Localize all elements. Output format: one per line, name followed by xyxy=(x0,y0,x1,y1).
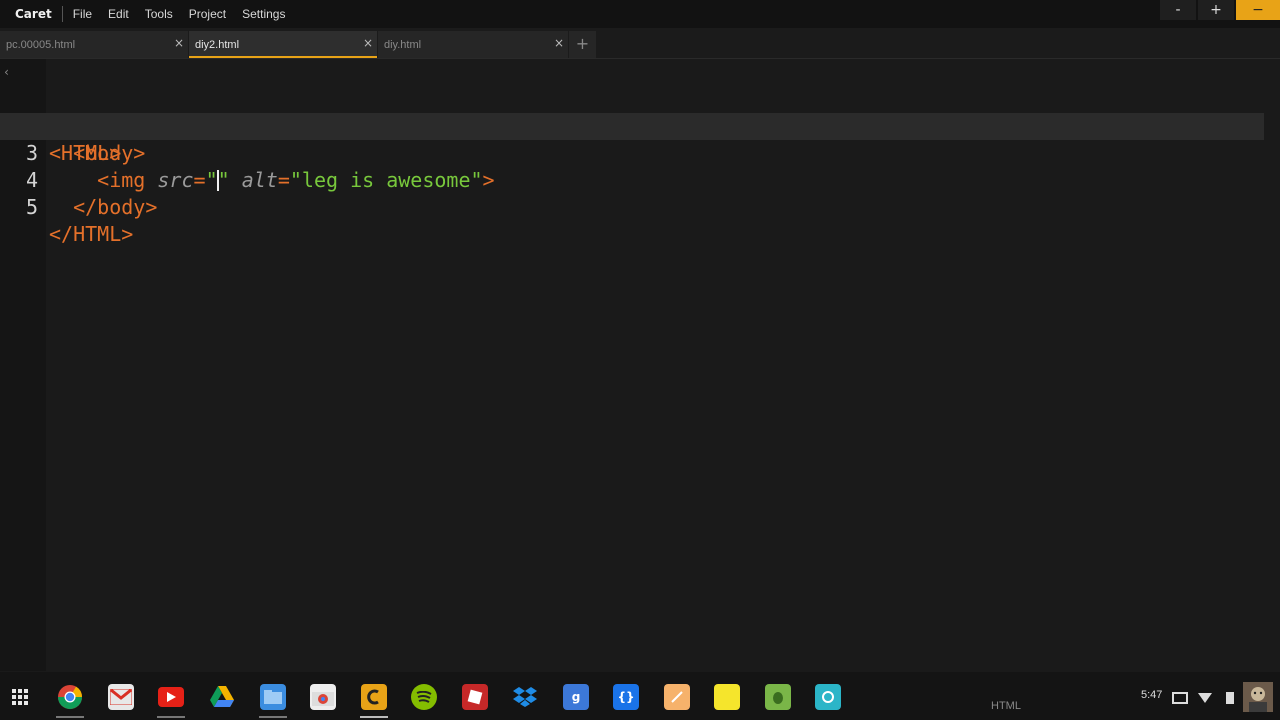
chrome-icon[interactable] xyxy=(57,684,83,710)
running-indicator xyxy=(56,716,84,718)
minimize-button[interactable]: - xyxy=(1160,0,1196,20)
maximize-button[interactable]: + xyxy=(1198,0,1234,20)
menu-settings[interactable]: Settings xyxy=(232,7,291,21)
youtube-icon[interactable] xyxy=(158,687,184,707)
screen-icon[interactable] xyxy=(1172,689,1188,708)
tab-close-icon[interactable]: × xyxy=(174,36,184,50)
fold-arrow-icon[interactable]: ‹ xyxy=(3,59,10,86)
running-indicator xyxy=(157,716,185,718)
tab-diy-html[interactable]: diy.html × xyxy=(378,31,568,58)
close-window-button[interactable]: − xyxy=(1236,0,1280,20)
code-line-current[interactable]: 3 <img src="" alt="leg is awesome"> xyxy=(0,113,1264,192)
avatar[interactable] xyxy=(1243,682,1273,716)
battery-icon[interactable] xyxy=(1226,689,1234,708)
code-app-icon[interactable]: {} xyxy=(613,684,639,710)
tab-diy2-html[interactable]: diy2.html × xyxy=(189,31,377,58)
line-number: 5 xyxy=(25,195,38,219)
web-store-icon[interactable] xyxy=(310,684,336,710)
title-bar: Caret File Edit Tools Project Settings -… xyxy=(0,0,1280,28)
running-indicator xyxy=(259,716,287,718)
sticky-notes-icon[interactable] xyxy=(714,684,740,710)
new-tab-button[interactable]: + xyxy=(569,31,596,58)
code-editor[interactable]: ‹ 1 <HTML> 2 <body> 3 <img src="" alt="l… xyxy=(0,59,1280,671)
files-icon[interactable] xyxy=(260,684,286,710)
running-indicator xyxy=(360,716,388,718)
tab-label: diy.html xyxy=(384,39,422,51)
code-line[interactable]: ‹ 1 <HTML> xyxy=(0,59,1264,165)
app-red-icon[interactable] xyxy=(462,684,488,710)
camera-app-icon[interactable] xyxy=(815,684,841,710)
code-line[interactable]: 2 <body> xyxy=(0,86,1264,165)
tab-label: pc.00005.html xyxy=(6,39,76,51)
syntax-mode-label: HTML xyxy=(991,700,1021,712)
app-launcher-icon[interactable] xyxy=(7,684,33,710)
tab-pc00005-html[interactable]: pc.00005.html × xyxy=(0,31,188,58)
menu-file[interactable]: File xyxy=(63,7,98,21)
notes-orange-icon[interactable] xyxy=(664,684,690,710)
html-close-tag: </HTML> xyxy=(49,222,134,246)
tab-bar: pc.00005.html × diy2.html × diy.html × + xyxy=(0,28,1280,59)
evernote-icon[interactable] xyxy=(765,684,791,710)
code-line[interactable]: 4 </body> xyxy=(0,140,1264,219)
wifi-icon[interactable] xyxy=(1198,689,1212,708)
clock[interactable]: 5:47 xyxy=(1141,689,1162,701)
tab-close-icon[interactable]: × xyxy=(554,36,564,50)
menu-tools[interactable]: Tools xyxy=(135,7,179,21)
drive-icon[interactable] xyxy=(209,684,235,710)
caret-icon[interactable] xyxy=(361,684,387,710)
os-shelf: g {} HTML 5:47 xyxy=(0,672,1280,720)
tab-label: diy2.html xyxy=(195,39,240,51)
app-name: Caret xyxy=(0,6,63,22)
code-line[interactable]: 5 </HTML> xyxy=(0,167,1264,246)
gmail-icon[interactable] xyxy=(108,684,134,710)
body-close-tag: </body> xyxy=(73,195,158,219)
google-search-icon[interactable]: g xyxy=(563,684,589,710)
menu-project[interactable]: Project xyxy=(179,7,232,21)
menu-edit[interactable]: Edit xyxy=(98,7,135,21)
window-controls: - + − xyxy=(1160,0,1280,20)
dropbox-icon[interactable] xyxy=(512,684,538,710)
spotify-icon[interactable] xyxy=(411,684,437,710)
tab-close-icon[interactable]: × xyxy=(363,36,373,50)
